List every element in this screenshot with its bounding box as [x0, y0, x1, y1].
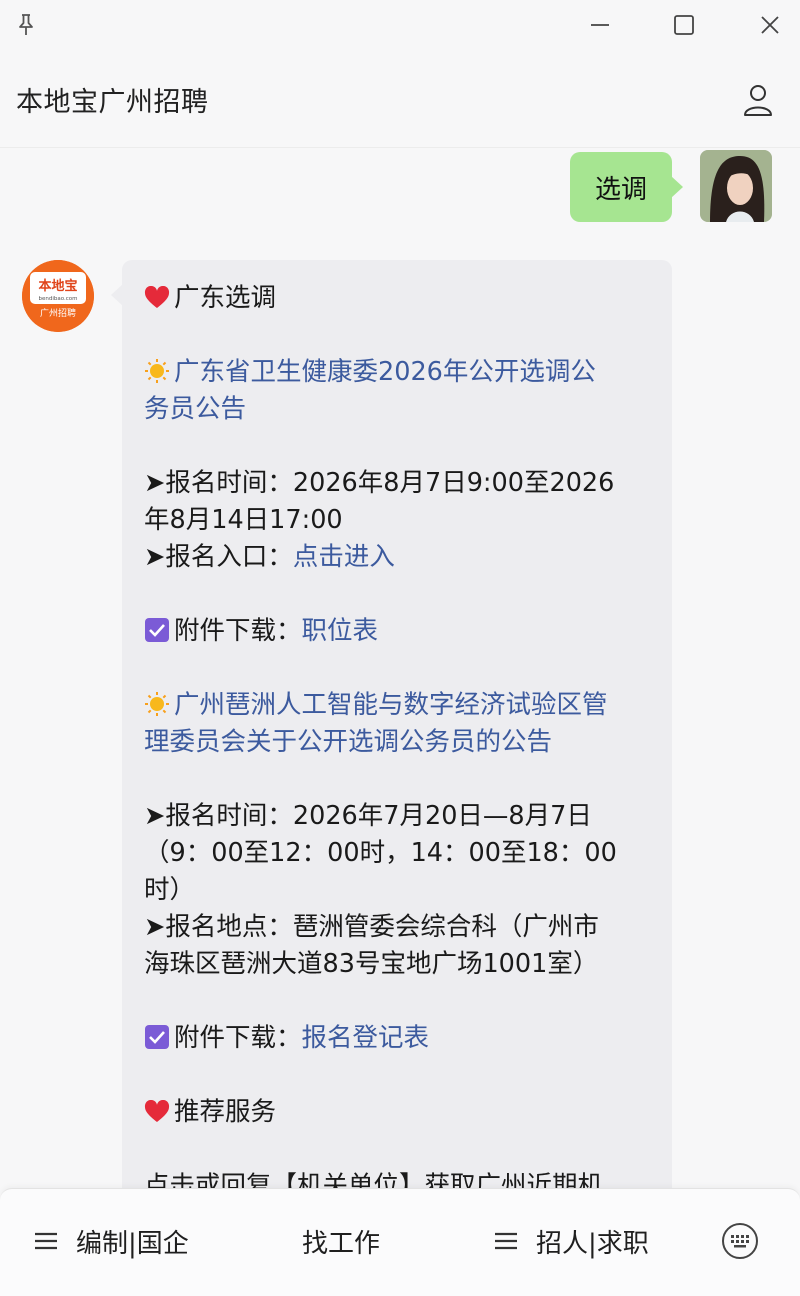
close-icon [761, 16, 779, 34]
logo-brand-text: 本地宝 [38, 278, 77, 294]
profile-icon [744, 85, 772, 116]
notice-link-2-cont[interactable]: 理委员会关于公开选调公务员的公告 [144, 724, 652, 761]
minimize-icon [591, 24, 609, 26]
chat-messages[interactable]: 选调 本地宝 bendibao.com 广州招聘 广东选调 广东省卫生健康委20… [0, 148, 800, 1188]
menu-label-bianzhi: 编制|国企 [76, 1228, 189, 1259]
profile-button[interactable] [740, 80, 776, 120]
pin-button[interactable] [0, 0, 52, 50]
reg-place-l1: ➤报名地点：琶洲管委会综合科（广州市 [144, 912, 599, 942]
reg-time-1-l1: ➤报名时间：2026年8月7日9:00至2026 [144, 468, 615, 498]
user-photo [700, 150, 772, 222]
keyboard-icon [722, 1223, 758, 1259]
reg-entry-line: ➤报名入口：点击进入 [144, 539, 652, 576]
menu-button-find-job[interactable]: 找工作 [302, 1219, 380, 1263]
notice-title-line[interactable]: 广东省卫生健康委2026年公开选调公 [144, 354, 652, 391]
notice-link-2[interactable]: 广州琶洲人工智能与数字经济试验区管 [174, 690, 608, 720]
notice-link-1-cont[interactable]: 务员公告 [144, 391, 652, 428]
chat-header: 本地宝广州招聘 [0, 50, 800, 148]
close-button[interactable] [744, 0, 796, 50]
bottom-menu-bar: 编制|国企 找工作 招人|求职 [0, 1188, 800, 1296]
menu-button-recruit[interactable]: 招人|求职 [494, 1219, 649, 1263]
reg-time-2-l1: ➤报名时间：2026年7月20日—8月7日 [144, 801, 592, 831]
sent-message[interactable]: 选调 [570, 152, 683, 222]
hamburger-icon [495, 1232, 517, 1250]
bendibao-logo: 本地宝 bendibao.com 广州招聘 [22, 260, 94, 332]
bot-avatar[interactable]: 本地宝 bendibao.com 广州招聘 [22, 260, 94, 332]
sun-icon [145, 359, 169, 383]
section-title-line: 广东选调 [144, 280, 652, 317]
sun-icon [145, 692, 169, 716]
section-title-line-2: 推荐服务 [144, 1094, 652, 1131]
chat-title: 本地宝广州招聘 [16, 87, 209, 118]
heart-icon [144, 286, 170, 308]
user-avatar[interactable] [700, 150, 772, 222]
attachment-line-2: 附件下载：报名登记表 [144, 1020, 652, 1057]
window-titlebar [0, 0, 800, 50]
checkbox-icon [145, 1025, 169, 1049]
recommend-text-cut: 点击或回复【机关单位】获取广州近期机 [144, 1171, 604, 1188]
logo-tag-text: 广州招聘 [40, 307, 76, 319]
keyboard-toggle-button[interactable] [718, 1219, 762, 1263]
reg-entry-label: ➤报名入口： [144, 542, 293, 572]
checkbox-icon [145, 618, 169, 642]
reg-time-2-l2: （9：00至12：00时，14：00至18：00 [144, 838, 617, 868]
hamburger-icon [35, 1232, 57, 1250]
attachment-line-1: 附件下载：职位表 [144, 613, 652, 650]
reg-time-2-l3: 时） [144, 875, 196, 905]
maximize-button[interactable] [658, 0, 710, 50]
menu-label-recruit: 招人|求职 [536, 1228, 649, 1259]
section-title-2: 推荐服务 [174, 1097, 277, 1127]
section-title: 广东选调 [174, 283, 277, 313]
notice-link-1[interactable]: 广东省卫生健康委2026年公开选调公 [174, 357, 596, 387]
received-message: 广东选调 广东省卫生健康委2026年公开选调公 务员公告 ➤报名时间：2026年… [111, 260, 672, 1188]
heart-icon [144, 1100, 170, 1122]
minimize-button[interactable] [574, 0, 626, 50]
notice-title-line-2[interactable]: 广州琶洲人工智能与数字经济试验区管 [144, 687, 652, 724]
menu-label-find-job: 找工作 [302, 1228, 381, 1259]
reg-time-1-l2: 年8月14日17:00 [144, 505, 343, 535]
attachment-link-2[interactable]: 报名登记表 [302, 1023, 430, 1053]
attachment-label-2: 附件下载： [174, 1023, 302, 1053]
attachment-label-1: 附件下载： [174, 616, 302, 646]
reg-entry-link[interactable]: 点击进入 [293, 542, 395, 572]
menu-button-bianzhi[interactable]: 编制|国企 [34, 1219, 189, 1263]
logo-domain-text: bendibao.com [38, 296, 77, 302]
reg-place-l2: 海珠区琶洲大道83号宝地广场1001室） [144, 949, 599, 979]
pin-icon [19, 14, 33, 35]
maximize-icon [674, 15, 694, 35]
attachment-link-1[interactable]: 职位表 [302, 616, 379, 646]
